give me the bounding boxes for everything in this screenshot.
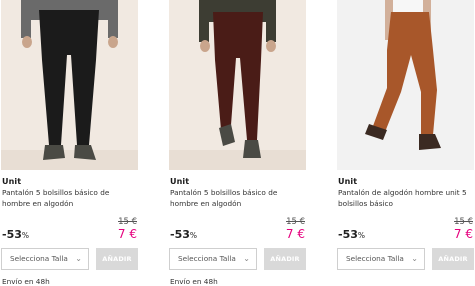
chevron-down-icon: ⌄: [75, 254, 82, 263]
pants-model-photo: [169, 0, 306, 170]
shipping-info: Envío en 48h: [170, 277, 218, 286]
sale-price: 7 €: [453, 227, 473, 241]
discount-badge: -53%: [170, 228, 197, 241]
product-brand: Unit: [170, 177, 190, 186]
size-select[interactable]: Selecciona Talla ⌄: [1, 248, 89, 270]
sale-price: 7 €: [285, 227, 305, 241]
size-select[interactable]: Selecciona Talla ⌄: [169, 248, 257, 270]
product-brand: Unit: [338, 177, 358, 186]
discount-value: -53: [170, 228, 190, 241]
product-title[interactable]: Pantalón 5 bolsillos básico de hombre en…: [2, 187, 138, 209]
discount-badge: -53%: [338, 228, 365, 241]
size-select-value: Selecciona Talla: [10, 254, 68, 263]
add-to-cart-button[interactable]: AÑADIR: [432, 248, 474, 270]
discount-badge: -53%: [2, 228, 29, 241]
shipping-info: Envío en 48h: [2, 277, 50, 286]
chevron-down-icon: ⌄: [243, 254, 250, 263]
old-price: 15 €: [118, 217, 137, 227]
product-image[interactable]: [1, 0, 138, 170]
product-card[interactable]: Unit Pantalón 5 bolsillos básico de homb…: [169, 0, 306, 286]
size-select[interactable]: Selecciona Talla ⌄: [337, 248, 425, 270]
old-price: 15 €: [454, 217, 473, 227]
product-brand: Unit: [2, 177, 22, 186]
size-select-value: Selecciona Talla: [178, 254, 236, 263]
pants-model-photo: [1, 0, 138, 170]
sale-price: 7 €: [117, 227, 137, 241]
discount-value: -53: [2, 228, 22, 241]
old-price: 15 €: [286, 217, 305, 227]
discount-unit: %: [189, 231, 198, 240]
size-select-value: Selecciona Talla: [346, 254, 404, 263]
product-image[interactable]: [337, 0, 474, 170]
discount-unit: %: [357, 231, 366, 240]
product-grid: Unit Pantalón 5 bolsillos básico de homb…: [0, 0, 475, 286]
product-title[interactable]: Pantalón de algodón hombre unit 5 bolsil…: [338, 187, 474, 209]
discount-unit: %: [21, 231, 30, 240]
product-title[interactable]: Pantalón 5 bolsillos básico de hombre en…: [170, 187, 306, 209]
chevron-down-icon: ⌄: [411, 254, 418, 263]
add-to-cart-button[interactable]: AÑADIR: [264, 248, 306, 270]
add-to-cart-button[interactable]: AÑADIR: [96, 248, 138, 270]
pants-model-photo: [337, 0, 474, 170]
product-card[interactable]: Unit Pantalón 5 bolsillos básico de homb…: [1, 0, 138, 286]
product-card[interactable]: Unit Pantalón de algodón hombre unit 5 b…: [337, 0, 474, 286]
product-image[interactable]: [169, 0, 306, 170]
discount-value: -53: [338, 228, 358, 241]
